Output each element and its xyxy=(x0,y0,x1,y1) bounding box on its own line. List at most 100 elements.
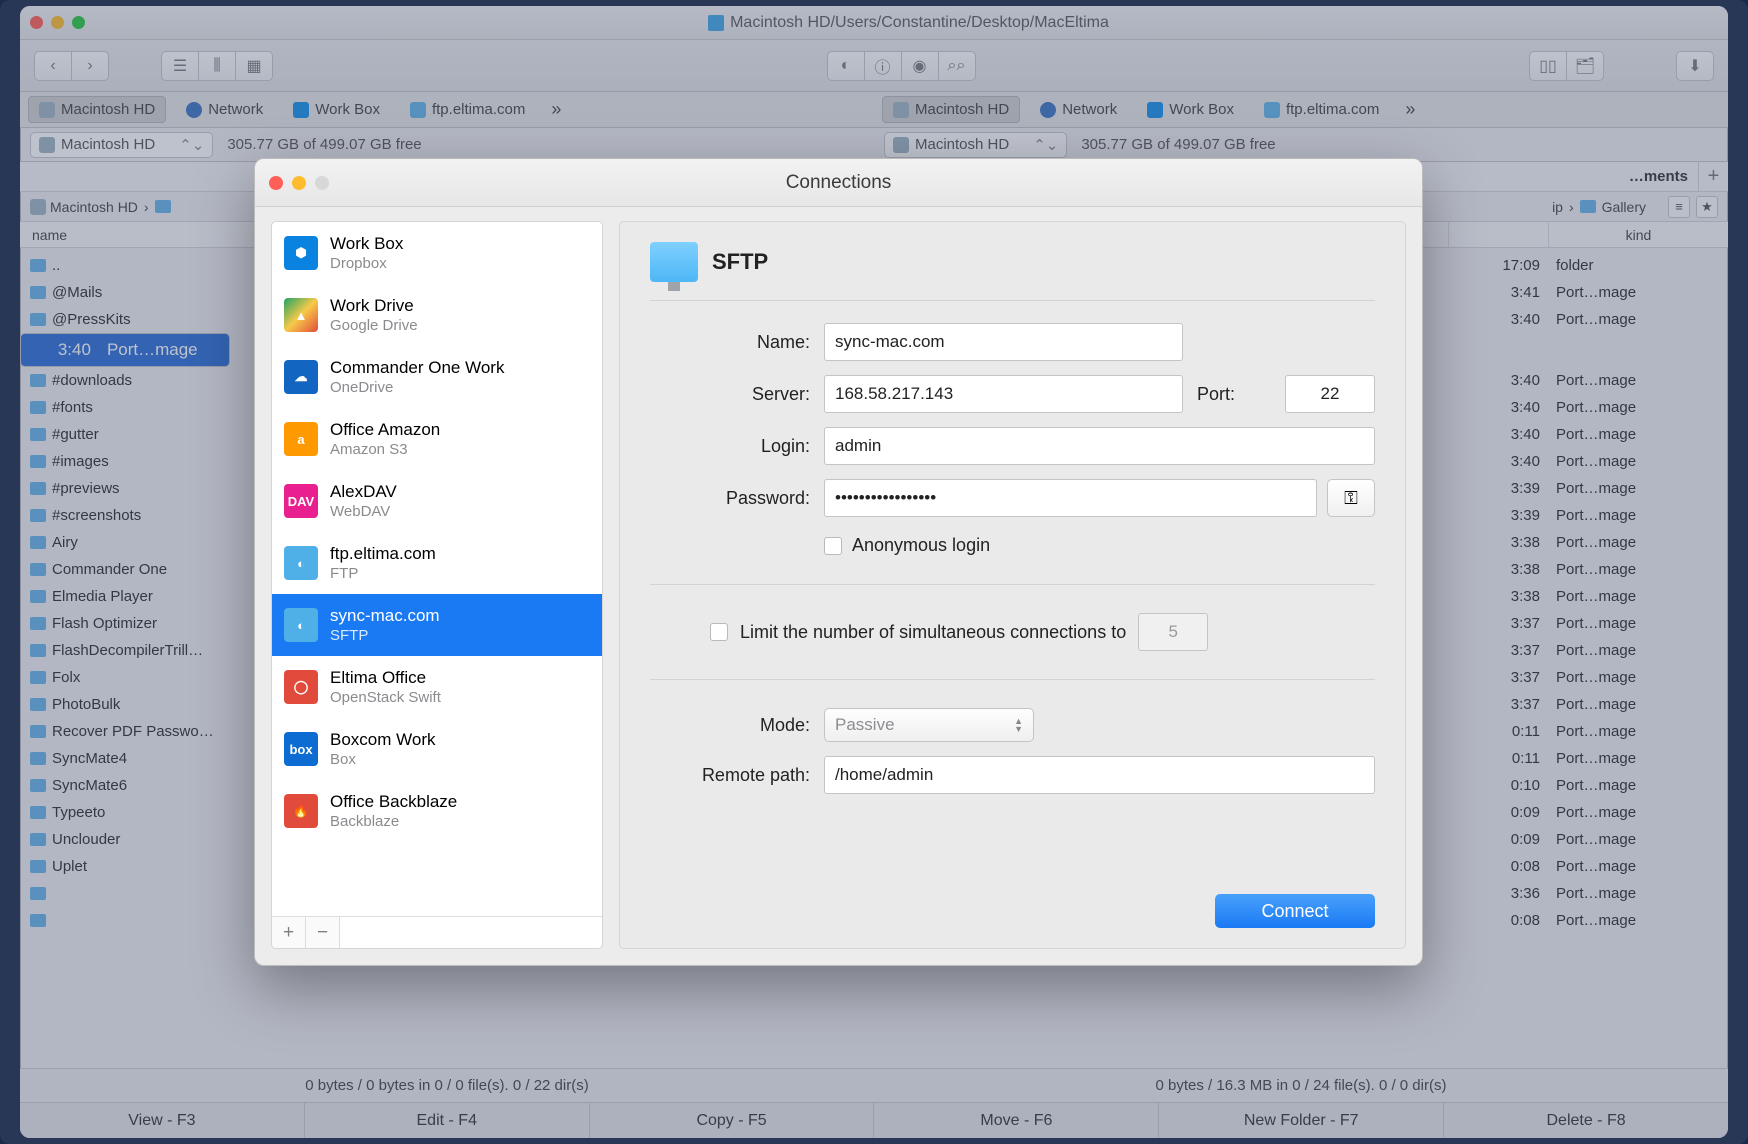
list-item[interactable]: #documents3:40Port…mage xyxy=(20,333,230,367)
swift-icon: ◯ xyxy=(284,670,318,704)
location-tab[interactable]: Macintosh HD xyxy=(882,96,1020,123)
tab-overflow-icon[interactable]: » xyxy=(1399,99,1421,120)
connection-item[interactable]: boxBoxcom WorkBox xyxy=(272,718,602,780)
column-time[interactable] xyxy=(1448,222,1548,247)
ftp-icon: ◐ xyxy=(284,546,318,580)
location-tab[interactable]: ftp.eltima.com xyxy=(400,97,535,122)
list-mode-icon[interactable]: ≡ xyxy=(1668,196,1690,218)
connection-item[interactable]: DAVAlexDAVWebDAV xyxy=(272,470,602,532)
password-field[interactable] xyxy=(824,479,1317,517)
column-kind[interactable]: kind xyxy=(1548,222,1728,247)
folder-icon xyxy=(30,374,46,387)
login-field[interactable] xyxy=(824,427,1375,465)
anonymous-checkbox[interactable] xyxy=(824,537,842,555)
star-icon[interactable]: ★ xyxy=(1696,196,1718,218)
connection-item[interactable]: ◯Eltima OfficeOpenStack Swift xyxy=(272,656,602,718)
fn-button[interactable]: Delete - F8 xyxy=(1444,1103,1728,1138)
remove-connection-button[interactable]: − xyxy=(306,917,340,948)
view-icons-button[interactable]: ▦ xyxy=(235,51,273,81)
close-icon[interactable] xyxy=(30,16,43,29)
bb-icon: 🔥 xyxy=(284,794,318,828)
dual-pane-button[interactable]: ▯▯ xyxy=(1529,51,1567,81)
connection-item[interactable]: aOffice AmazonAmazon S3 xyxy=(272,408,602,470)
name-label: Name: xyxy=(650,332,810,353)
connection-item[interactable]: ▲Work DriveGoogle Drive xyxy=(272,284,602,346)
sftp-icon: ◐ xyxy=(284,608,318,642)
close-icon[interactable] xyxy=(269,176,283,190)
location-tab[interactable]: ftp.eltima.com xyxy=(1254,97,1389,122)
fn-button[interactable]: Copy - F5 xyxy=(590,1103,875,1138)
limit-label: Limit the number of simultaneous connect… xyxy=(740,622,1126,643)
hd-icon xyxy=(39,102,55,118)
view-list-button[interactable]: ☰ xyxy=(161,51,199,81)
zoom-icon[interactable] xyxy=(72,16,85,29)
folder-icon xyxy=(30,428,46,441)
connection-item[interactable]: ☁Commander One WorkOneDrive xyxy=(272,346,602,408)
toggle-hidden-button[interactable]: ◐ xyxy=(827,51,865,81)
volume-select-right[interactable]: Macintosh HD⌃⌄ xyxy=(884,132,1067,158)
connection-item[interactable]: ◐sync-mac.comSFTP xyxy=(272,594,602,656)
limit-checkbox[interactable] xyxy=(710,623,728,641)
folder-icon xyxy=(30,509,46,522)
limit-field[interactable] xyxy=(1138,613,1208,651)
s3-icon: a xyxy=(284,422,318,456)
folder-icon xyxy=(30,644,46,657)
fn-button[interactable]: Edit - F4 xyxy=(305,1103,590,1138)
find-button[interactable]: ⌕⌕ xyxy=(938,51,976,81)
location-tab[interactable]: Network xyxy=(176,97,273,122)
port-label: Port: xyxy=(1197,384,1271,405)
fn-button[interactable]: Move - F6 xyxy=(874,1103,1159,1138)
port-field[interactable] xyxy=(1285,375,1375,413)
modal-titlebar: Connections xyxy=(255,159,1422,207)
connection-item[interactable]: ⬢Work BoxDropbox xyxy=(272,222,602,284)
minimize-icon[interactable] xyxy=(51,16,64,29)
name-field[interactable] xyxy=(824,323,1183,361)
hd-icon xyxy=(39,137,55,153)
login-label: Login: xyxy=(650,436,810,457)
location-tab[interactable]: Work Box xyxy=(1137,97,1244,122)
titlebar: Macintosh HD/Users/Constantine/Desktop/M… xyxy=(20,6,1728,40)
zoom-icon-disabled xyxy=(315,176,329,190)
info-button[interactable]: ⓘ xyxy=(864,51,902,81)
folder-icon xyxy=(30,536,46,549)
hd-icon xyxy=(893,137,909,153)
free-space-right: 305.77 GB of 499.07 GB free xyxy=(1081,136,1275,153)
connection-item[interactable]: ◐ftp.eltima.comFTP xyxy=(272,532,602,594)
add-connection-button[interactable]: + xyxy=(272,917,306,948)
sftp-icon xyxy=(650,242,698,282)
location-tab[interactable]: Macintosh HD xyxy=(28,96,166,123)
folder-icon xyxy=(30,887,46,900)
folder-icon xyxy=(30,752,46,765)
status-right: 0 bytes / 16.3 MB in 0 / 24 file(s). 0 /… xyxy=(874,1069,1728,1102)
fn-button[interactable]: New Folder - F7 xyxy=(1159,1103,1444,1138)
hd-icon xyxy=(708,15,724,31)
quicklook-button[interactable]: ◉ xyxy=(901,51,939,81)
queue-button[interactable]: 🗂 xyxy=(1566,51,1604,81)
remote-path-field[interactable] xyxy=(824,756,1375,794)
download-button[interactable]: ⬇ xyxy=(1676,51,1714,81)
connection-form: SFTP Name: Server: Port: Login: Password… xyxy=(619,221,1406,949)
folder-icon xyxy=(1580,200,1596,213)
connection-item[interactable]: 🔥Office BackblazeBackblaze xyxy=(272,780,602,842)
password-label: Password: xyxy=(650,488,810,509)
volume-select-left[interactable]: Macintosh HD⌃⌄ xyxy=(30,132,213,158)
folder-icon xyxy=(30,313,46,326)
ftp-icon xyxy=(410,102,426,118)
folder-icon xyxy=(30,617,46,630)
nav-back-button[interactable]: ‹ xyxy=(34,51,72,81)
location-tab[interactable]: Work Box xyxy=(283,97,390,122)
folder-icon xyxy=(30,914,46,927)
folder-icon xyxy=(30,806,46,819)
tab-overflow-icon[interactable]: » xyxy=(545,99,567,120)
db-icon xyxy=(293,102,309,118)
location-tab[interactable]: Network xyxy=(1030,97,1127,122)
add-tab-icon[interactable]: + xyxy=(1698,162,1728,191)
view-columns-button[interactable]: ⫼ xyxy=(198,51,236,81)
minimize-icon[interactable] xyxy=(292,176,306,190)
server-field[interactable] xyxy=(824,375,1183,413)
mode-select[interactable]: Passive ▲▼ xyxy=(824,708,1034,742)
connect-button[interactable]: Connect xyxy=(1215,894,1375,928)
nav-forward-button[interactable]: › xyxy=(71,51,109,81)
fn-button[interactable]: View - F3 xyxy=(20,1103,305,1138)
key-icon[interactable]: ⚿ xyxy=(1327,479,1375,517)
